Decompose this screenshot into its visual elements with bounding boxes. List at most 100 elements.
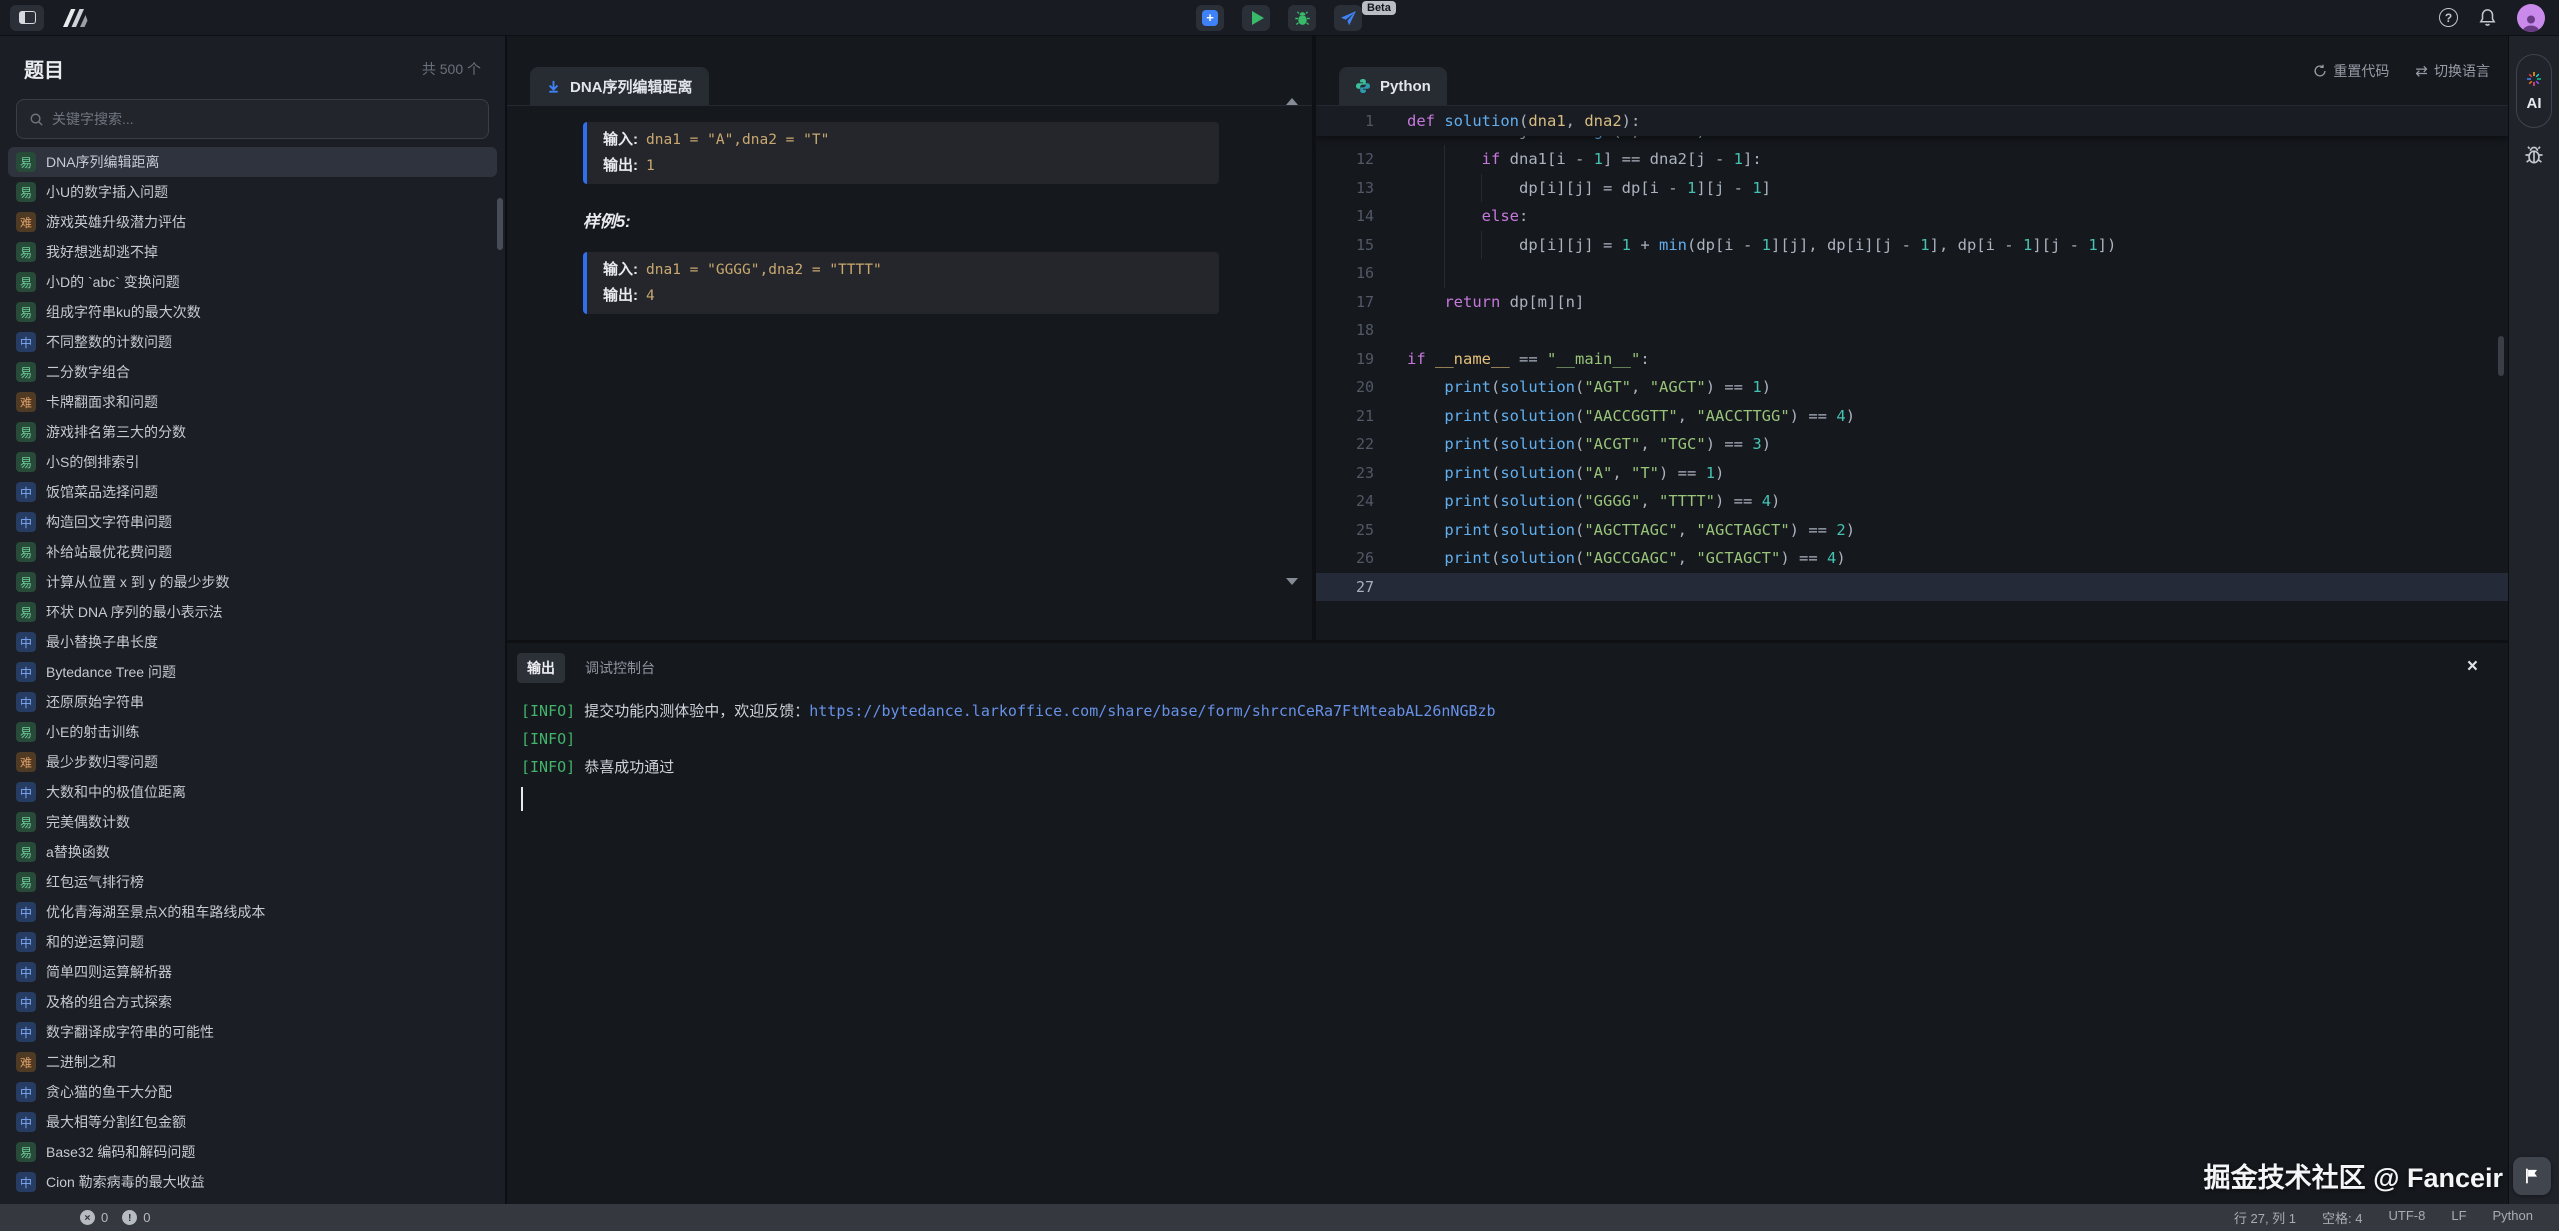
code-line[interactable]: 25 print(solution("AGCTTAGC", "AGCTAGCT"… (1316, 516, 2508, 545)
tab-problem[interactable]: DNA序列编辑距离 (530, 67, 709, 105)
problem-list-item[interactable]: 中优化青海湖至景点X的租车路线成本 (8, 897, 497, 927)
console-close-button[interactable]: × (2467, 657, 2478, 676)
line-number: 1 (1316, 106, 1388, 136)
log-link[interactable]: https://bytedance.larkoffice.com/share/b… (809, 702, 1495, 720)
submit-button[interactable] (1334, 5, 1362, 31)
problem-list-item[interactable]: 中数字翻译成字符串的可能性 (8, 1017, 497, 1047)
problem-list-item[interactable]: 难游戏英雄升级潜力评估 (8, 207, 497, 237)
reset-code-button[interactable]: 重置代码 (2313, 61, 2389, 81)
problem-list-item[interactable]: 中不同整数的计数问题 (8, 327, 497, 357)
code-line[interactable]: 18 (1316, 316, 2508, 345)
problem-list-item[interactable]: 中构造回文字符串问题 (8, 507, 497, 537)
switch-language-button[interactable]: ⇄ 切换语言 (2415, 61, 2490, 81)
problem-list-item[interactable]: 中Cion 勒索病毒的最大收益 (8, 1167, 497, 1197)
problem-list-item[interactable]: 难二进制之和 (8, 1047, 497, 1077)
avatar[interactable] (2517, 4, 2545, 32)
status-cursor-position[interactable]: 行 27, 列 1 (2234, 1208, 2296, 1227)
problem-list-item[interactable]: 易a替换函数 (8, 837, 497, 867)
code-line[interactable]: 22 print(solution("ACGT", "TGC") == 3) (1316, 430, 2508, 459)
problem-list-item[interactable]: 易完美偶数计数 (8, 807, 497, 837)
code-line[interactable]: 16 (1316, 259, 2508, 288)
problem-list-item[interactable]: 中最小替换子串长度 (8, 627, 497, 657)
code-line[interactable]: for j in range(1, n + 1): (1316, 136, 2508, 145)
problem-list: 易DNA序列编辑距离易小U的数字插入问题难游戏英雄升级潜力评估易我好想逃却逃不掉… (0, 147, 505, 1197)
difficulty-badge: 中 (16, 992, 36, 1012)
sidebar-toggle-button[interactable] (10, 5, 44, 31)
scroll-down-arrow[interactable] (1286, 578, 1298, 585)
problem-list-item[interactable]: 易组成字符串ku的最大次数 (8, 297, 497, 327)
code-line[interactable]: 21 print(solution("AACCGGTT", "AACCTTGG"… (1316, 402, 2508, 431)
problem-list-item[interactable]: 易小E的射击训练 (8, 717, 497, 747)
problem-list-item[interactable]: 易补给站最优花费问题 (8, 537, 497, 567)
problem-title: 最大相等分割红包金额 (46, 1112, 186, 1132)
code-line[interactable]: 26 print(solution("AGCCGAGC", "GCTAGCT")… (1316, 544, 2508, 573)
problem-list-item[interactable]: 易小S的倒排索引 (8, 447, 497, 477)
code-line[interactable]: 27 (1316, 573, 2508, 602)
status-language-mode[interactable]: Python (2493, 1208, 2533, 1227)
problem-list-item[interactable]: 易DNA序列编辑距离 (8, 147, 497, 177)
sidebar-scrollbar[interactable] (497, 198, 503, 250)
problem-list-item[interactable]: 易小U的数字插入问题 (8, 177, 497, 207)
problem-list-item[interactable]: 中Bytedance Tree 问题 (8, 657, 497, 687)
line-number: 20 (1316, 373, 1388, 402)
search-input[interactable]: 关键字搜索... (16, 99, 489, 139)
problem-list-item[interactable]: 易小D的 `abc` 变换问题 (8, 267, 497, 297)
flag-icon (2523, 1167, 2541, 1185)
problem-list-item[interactable]: 易环状 DNA 序列的最小表示法 (8, 597, 497, 627)
logo[interactable] (60, 6, 90, 30)
code-line[interactable]: 13 dp[i][j] = dp[i - 1][j - 1] (1316, 174, 2508, 203)
scroll-up-arrow[interactable] (1286, 98, 1298, 105)
problem-list-item[interactable]: 难最少步数归零问题 (8, 747, 497, 777)
problem-list-item[interactable]: 中最大相等分割红包金额 (8, 1107, 497, 1137)
editor-panel: Python 重置代码 ⇄ (1316, 36, 2508, 640)
debug-button[interactable] (1288, 5, 1316, 31)
problem-list-item[interactable]: 难卡牌翻面求和问题 (8, 387, 497, 417)
code-editor[interactable]: 1def solution(dna1, dna2): for j in rang… (1316, 106, 2508, 640)
debug-rail-button[interactable] (2523, 144, 2545, 171)
problem-list-item[interactable]: 中和的逆运算问题 (8, 927, 497, 957)
code-line[interactable]: 1def solution(dna1, dna2): (1316, 106, 2508, 136)
status-encoding[interactable]: UTF-8 (2389, 1208, 2426, 1227)
tab-python[interactable]: Python (1339, 67, 1447, 105)
code-line[interactable]: 19if __name__ == "__main__": (1316, 345, 2508, 374)
problem-title: 游戏排名第三大的分数 (46, 422, 186, 442)
bell-icon[interactable] (2478, 8, 2497, 27)
code-line[interactable]: 23 print(solution("A", "T") == 1) (1316, 459, 2508, 488)
indent-guide (1444, 231, 1445, 260)
problem-list-item[interactable]: 中及格的组合方式探索 (8, 987, 497, 1017)
problem-list-item[interactable]: 易红包运气排行榜 (8, 867, 497, 897)
code-line[interactable]: 12 if dna1[i - 1] == dna2[j - 1]: (1316, 145, 2508, 174)
difficulty-badge: 易 (16, 422, 36, 442)
problem-list-item[interactable]: 中还原原始字符串 (8, 687, 497, 717)
code-line[interactable]: 17 return dp[m][n] (1316, 288, 2508, 317)
code-line[interactable]: 15 dp[i][j] = 1 + min(dp[i - 1][j], dp[i… (1316, 231, 2508, 260)
console-tab-output[interactable]: 输出 (517, 653, 565, 683)
problem-list-item[interactable]: 易二分数字组合 (8, 357, 497, 387)
status-indent-setting[interactable]: 空格: 4 (2322, 1208, 2362, 1227)
code-line[interactable]: 24 print(solution("GGGG", "TTTT") == 4) (1316, 487, 2508, 516)
problem-list-item[interactable]: 易我好想逃却逃不掉 (8, 237, 497, 267)
problem-list-item[interactable]: 中简单四则运算解析器 (8, 957, 497, 987)
add-button[interactable]: + (1196, 5, 1224, 31)
run-button[interactable] (1242, 5, 1270, 31)
feedback-flag-button[interactable] (2513, 1157, 2551, 1195)
bug-icon (1294, 10, 1311, 27)
editor-scrollbar[interactable] (2498, 336, 2504, 376)
problem-list-item[interactable]: 中贪心猫的鱼干大分配 (8, 1077, 497, 1107)
code-line[interactable]: 14 else: (1316, 202, 2508, 231)
ai-assistant-button[interactable]: AI (2516, 54, 2552, 128)
code-line[interactable]: 20 print(solution("AGT", "AGCT") == 1) (1316, 373, 2508, 402)
problem-list-item[interactable]: 易Base32 编码和解码问题 (8, 1137, 497, 1167)
difficulty-badge: 中 (16, 1082, 36, 1102)
problem-list-item[interactable]: 易计算从位置 x 到 y 的最少步数 (8, 567, 497, 597)
problem-list-item[interactable]: 中大数和中的极值位距离 (8, 777, 497, 807)
problem-list-item[interactable]: 易游戏排名第三大的分数 (8, 417, 497, 447)
problem-list-item[interactable]: 中饭馆菜品选择问题 (8, 477, 497, 507)
difficulty-badge: 易 (16, 722, 36, 742)
help-icon[interactable]: ? (2439, 8, 2458, 27)
line-number: 15 (1316, 231, 1388, 260)
run-toolbar: + Beta (1196, 5, 1362, 31)
problems-indicator[interactable]: × 0 ! 0 (80, 1210, 164, 1225)
console-tab-debug[interactable]: 调试控制台 (575, 653, 665, 683)
status-eol[interactable]: LF (2451, 1208, 2466, 1227)
